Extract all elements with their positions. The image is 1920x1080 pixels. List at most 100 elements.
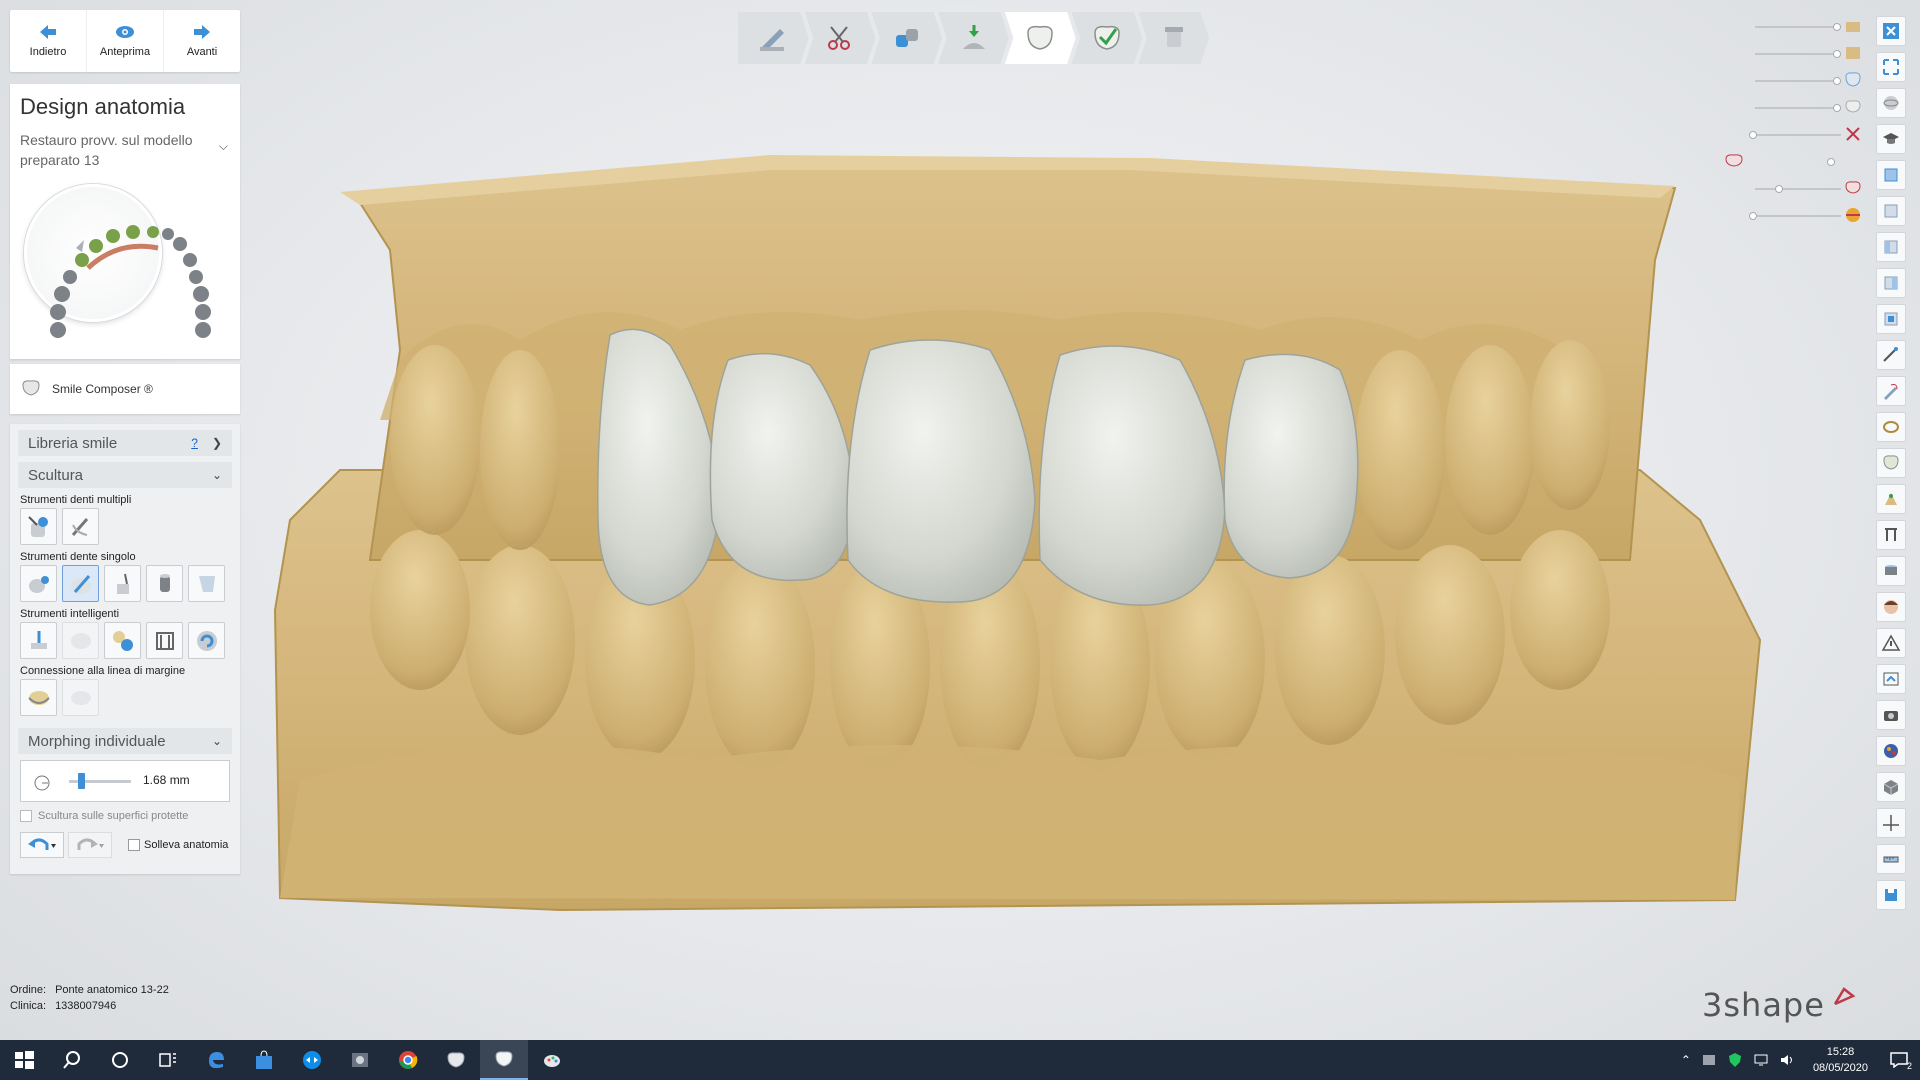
smart-place-button[interactable] [20,622,57,659]
slider-scan[interactable] [1745,203,1865,230]
slider-knob[interactable] [1833,104,1841,112]
step-export[interactable] [1138,12,1210,64]
taskbar-dental-system[interactable] [432,1040,480,1080]
network-icon[interactable] [1753,1052,1769,1068]
3d-viewport[interactable]: Indietro Anteprima Avanti Design anatomi… [0,0,1920,1040]
multi-sculpt-button[interactable] [62,508,99,545]
slider-lower-model[interactable] [1745,41,1865,68]
slider-knob[interactable] [1749,131,1757,139]
shield-icon[interactable] [1727,1052,1743,1068]
single-sculpt-button[interactable] [62,565,99,602]
task-view-button[interactable] [144,1040,192,1080]
lift-anatomy-option[interactable]: Solleva anatomia [128,839,228,851]
cortana-button[interactable] [96,1040,144,1080]
screenshot-button[interactable] [1876,664,1906,694]
slider-cutting[interactable] [1745,122,1865,149]
step-die[interactable] [938,12,1009,64]
slider-knob[interactable] [1833,77,1841,85]
preview-button[interactable]: Anteprima [87,10,164,72]
add-remove-button[interactable] [104,565,141,602]
camera-button[interactable] [1876,700,1906,730]
taskbar-chrome[interactable] [384,1040,432,1080]
tooth-map[interactable] [18,180,228,340]
step-finalize[interactable] [1071,12,1143,64]
tooth-view-button[interactable] [1876,448,1906,478]
cube-button[interactable] [1876,772,1906,802]
smile-composer-panel[interactable]: Smile Composer ® [10,364,240,414]
back-button[interactable]: Indietro [10,10,87,72]
taskbar-store[interactable] [240,1040,288,1080]
smile-library-header[interactable]: Libreria smile ? ❯ [18,430,232,456]
slider-knob[interactable] [1827,158,1835,166]
network-drive-icon[interactable] [1701,1052,1717,1068]
fullscreen-button[interactable] [1876,52,1906,82]
margin-smooth-button[interactable] [62,679,99,716]
palette-button[interactable] [1876,736,1906,766]
crosshair-button[interactable] [1876,808,1906,838]
volume-icon[interactable] [1779,1052,1795,1068]
morph-slider-knob[interactable] [78,773,86,789]
tutorial-button[interactable] [1876,124,1906,154]
taskbar-paint[interactable] [528,1040,576,1080]
clock[interactable]: 15:28 08/05/2020 [1813,1044,1868,1076]
view-left-button[interactable] [1876,232,1906,262]
smart-refresh-button[interactable] [188,622,225,659]
start-button[interactable] [0,1040,48,1080]
slider-knob[interactable] [1833,23,1841,31]
edit-button[interactable] [1876,376,1906,406]
undo-button[interactable] [20,832,64,858]
save-view-button[interactable] [1876,880,1906,910]
step-connector[interactable] [871,12,943,64]
taskbar-edge[interactable] [192,1040,240,1080]
multi-transform-button[interactable] [20,508,57,545]
search-button[interactable] [48,1040,96,1080]
step-anatomy[interactable] [1004,12,1076,64]
smart-section-button[interactable] [146,622,183,659]
smart-contact-button[interactable] [62,622,99,659]
slider-antagonist[interactable] [1745,95,1865,122]
redo-button[interactable] [68,832,112,858]
step-trim[interactable] [804,12,876,64]
sculpt-header[interactable]: Scultura ⌄ [18,462,232,488]
step-margin[interactable] [738,12,809,64]
slider-crown[interactable] [1745,68,1865,95]
view-top-button[interactable] [1876,304,1906,334]
protected-surfaces-checkbox[interactable] [20,810,32,822]
view-front-button[interactable] [1876,160,1906,190]
shape-button[interactable] [188,565,225,602]
taskbar-teamviewer[interactable] [288,1040,336,1080]
rotate-view-button[interactable] [1876,88,1906,118]
close-view-button[interactable] [1876,16,1906,46]
restoration-selector[interactable]: Restauro provv. sul modello preparato 13… [10,124,240,170]
notification-center-button[interactable]: 2 [1886,1047,1912,1073]
face-button[interactable] [1876,592,1906,622]
dental-model-render[interactable] [0,0,1920,1040]
protected-surfaces-option[interactable]: Scultura sulle superfici protette [20,810,230,822]
taskbar-dental-designer[interactable] [480,1040,528,1080]
smooth-button[interactable] [146,565,183,602]
slider-knob[interactable] [1775,185,1783,193]
help-link[interactable]: ? [191,436,198,450]
smart-occlusion-button[interactable] [104,622,141,659]
view-back-button[interactable] [1876,196,1906,226]
morphing-header[interactable]: Morphing individuale ⌄ [18,728,232,754]
measure-button[interactable] [1876,340,1906,370]
slider-upper-model[interactable] [1745,14,1865,41]
forward-button[interactable]: Avanti [164,10,240,72]
single-transform-button[interactable] [20,565,57,602]
morph-size-slider[interactable] [69,773,131,789]
slider-wax[interactable] [1745,176,1865,203]
ruler-button[interactable] [1876,844,1906,874]
margin-connect-button[interactable] [20,679,57,716]
chevron-up-icon[interactable]: ⌃ [1681,1053,1691,1067]
slider-knob[interactable] [1749,212,1757,220]
taskbar-photos[interactable] [336,1040,384,1080]
slider-gingiva[interactable] [1725,149,1865,176]
slider-knob[interactable] [1833,50,1841,58]
ring-button[interactable] [1876,412,1906,442]
marker-button[interactable] [1876,484,1906,514]
cylinder-button[interactable] [1876,556,1906,586]
warning-button[interactable] [1876,628,1906,658]
view-right-button[interactable] [1876,268,1906,298]
lift-anatomy-checkbox[interactable] [128,839,140,851]
